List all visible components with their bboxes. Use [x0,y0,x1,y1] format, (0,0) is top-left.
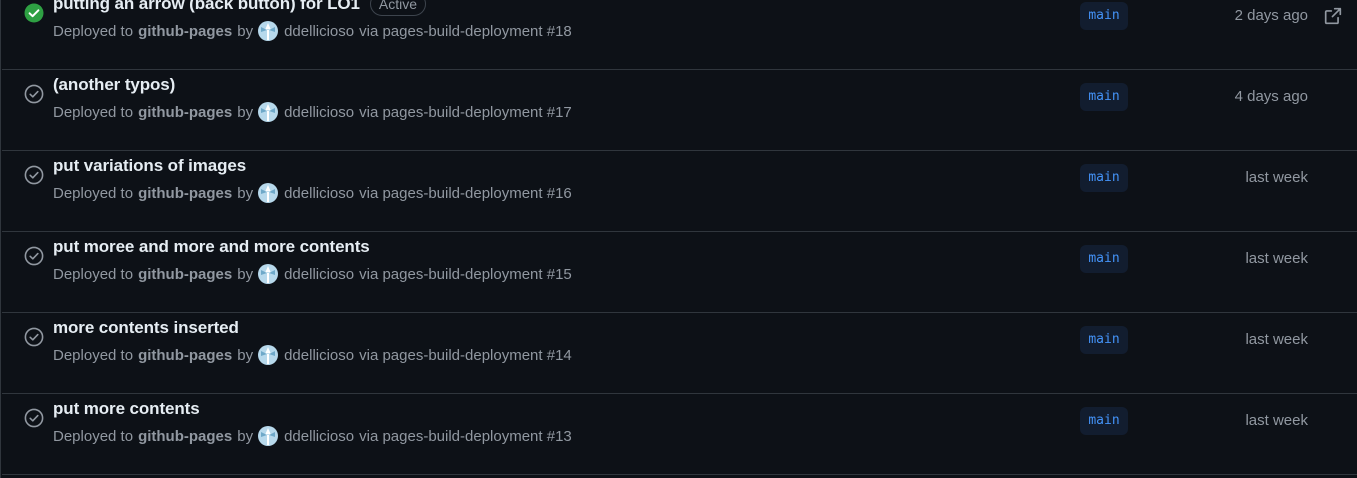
environment-link[interactable]: github-pages [138,23,232,40]
deployment-row[interactable]: put more contents Deployed to github-pag… [2,394,1357,475]
avatar[interactable] [258,426,279,446]
deployed-to-label: Deployed to [53,103,134,121]
deployment-meta: Deployed to github-pages by ddellicioso … [53,425,572,447]
workflow-run-link[interactable]: via pages-build-deployment #15 [359,266,572,283]
deployment-time: 4 days ago [1234,88,1308,105]
environment-link[interactable]: github-pages [138,185,232,202]
deployment-time: last week [1245,331,1308,348]
check-circle-icon [24,165,44,185]
user-link[interactable]: ddellicioso [284,185,354,202]
branch-label[interactable]: main [1080,407,1128,435]
branch-label[interactable]: main [1080,245,1128,273]
deployment-title-link[interactable]: (another typos) [53,75,175,95]
branch-label[interactable]: main [1080,2,1128,30]
by-label: by [237,22,254,40]
deployed-to-label: Deployed to [53,22,134,40]
check-circle-icon [24,246,44,266]
deployment-time: last week [1245,412,1308,429]
user-link[interactable]: ddellicioso [284,104,354,121]
check-circle-fill-icon [24,3,44,23]
check-circle-icon [24,408,44,428]
deployments-list: putting an arrow (back button) for LO1 A… [0,0,1357,478]
environment-link[interactable]: github-pages [138,104,232,121]
workflow-run-link[interactable]: via pages-build-deployment #13 [359,428,572,445]
deployment-meta: Deployed to github-pages by ddellicioso … [53,263,572,285]
branch-label[interactable]: main [1080,326,1128,354]
deployment-meta: Deployed to github-pages by ddellicioso … [53,182,572,204]
avatar[interactable] [258,345,279,365]
branch-label[interactable]: main [1080,164,1128,192]
check-circle-icon [24,327,44,347]
avatar[interactable] [258,102,279,122]
deployment-row[interactable]: put moree and more and more contents Dep… [2,232,1357,313]
deployment-meta: Deployed to github-pages by ddellicioso … [53,20,572,42]
by-label: by [237,103,254,121]
deployment-row[interactable]: (another typos) Deployed to github-pages… [2,70,1357,151]
link-external-icon[interactable] [1324,7,1342,25]
environment-link[interactable]: github-pages [138,428,232,445]
deployment-time: last week [1245,169,1308,186]
avatar[interactable] [258,21,279,41]
deployment-meta: Deployed to github-pages by ddellicioso … [53,101,572,123]
workflow-run-link[interactable]: via pages-build-deployment #14 [359,347,572,364]
deployment-meta: Deployed to github-pages by ddellicioso … [53,344,572,366]
user-link[interactable]: ddellicioso [284,266,354,283]
deployment-title-link[interactable]: putting an arrow (back button) for LO1 [53,0,360,14]
branch-label[interactable]: main [1080,83,1128,111]
deployment-time: 2 days ago [1234,7,1308,24]
by-label: by [237,346,254,364]
workflow-run-link[interactable]: via pages-build-deployment #16 [359,185,572,202]
deployment-title-link[interactable]: put variations of images [53,156,246,176]
user-link[interactable]: ddellicioso [284,428,354,445]
deployment-time: last week [1245,250,1308,267]
deployment-title-link[interactable]: put moree and more and more contents [53,237,370,257]
by-label: by [237,184,254,202]
user-link[interactable]: ddellicioso [284,23,354,40]
active-badge: Active [369,0,427,16]
workflow-run-link[interactable]: via pages-build-deployment #17 [359,104,572,121]
deployed-to-label: Deployed to [53,265,134,283]
deployed-to-label: Deployed to [53,184,134,202]
deployed-to-label: Deployed to [53,346,134,364]
deployed-to-label: Deployed to [53,427,134,445]
by-label: by [237,427,254,445]
deployment-row[interactable]: put variations of images Deployed to git… [2,151,1357,232]
workflow-run-link[interactable]: via pages-build-deployment #18 [359,23,572,40]
environment-link[interactable]: github-pages [138,347,232,364]
avatar[interactable] [258,183,279,203]
environment-link[interactable]: github-pages [138,266,232,283]
deployment-title-link[interactable]: put more contents [53,399,200,419]
deployment-title-link[interactable]: more contents inserted [53,318,239,338]
deployment-row[interactable]: more contents inserted Deployed to githu… [2,313,1357,394]
by-label: by [237,265,254,283]
avatar[interactable] [258,264,279,284]
deployment-row[interactable]: putting an arrow (back button) for LO1 A… [2,0,1357,70]
user-link[interactable]: ddellicioso [284,347,354,364]
check-circle-icon [24,84,44,104]
